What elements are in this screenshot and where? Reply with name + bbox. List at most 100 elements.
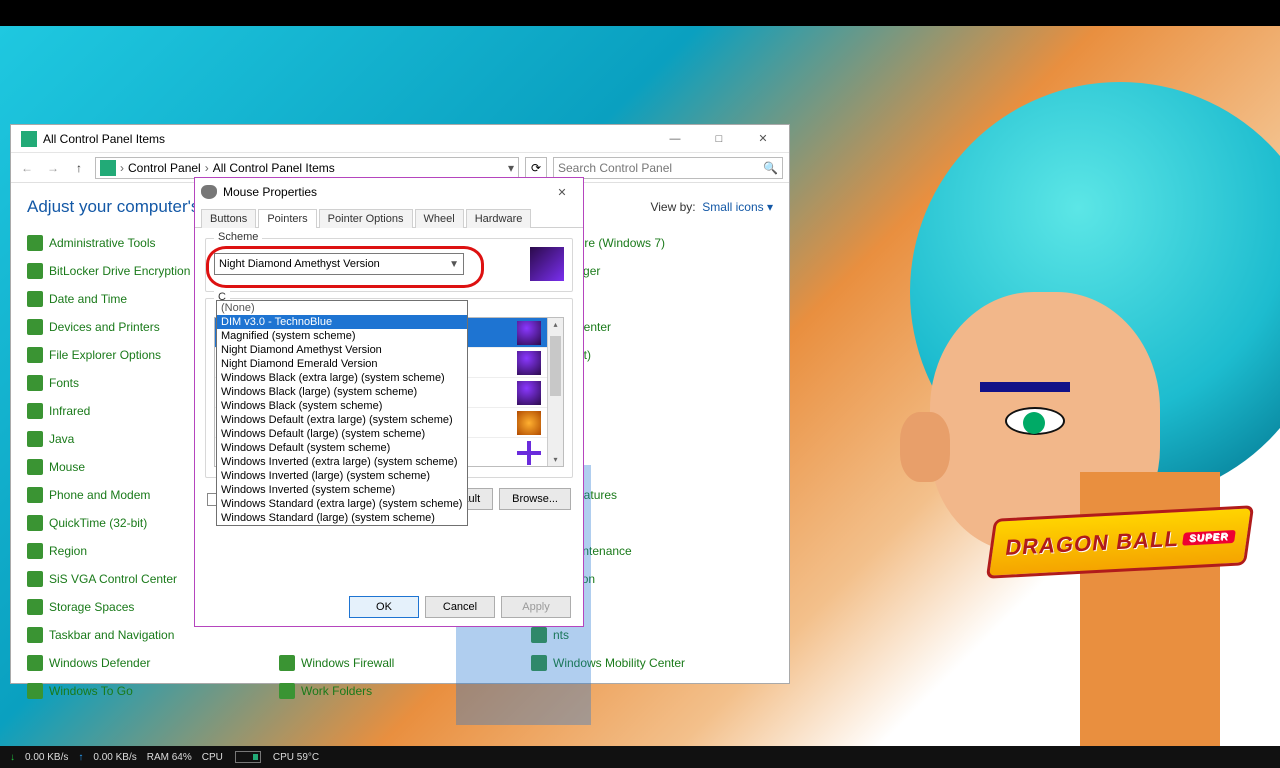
ram-usage: RAM 64% — [147, 752, 192, 763]
cp-item-icon — [27, 235, 43, 251]
dropdown-option[interactable]: (None) — [217, 301, 467, 315]
dropdown-option[interactable]: Night Diamond Emerald Version — [217, 357, 467, 371]
wallpaper-logo-text: DRAGON BALL — [1004, 526, 1181, 561]
breadcrumb-item[interactable]: Control Panel — [128, 161, 201, 175]
tab-hardware[interactable]: Hardware — [466, 209, 532, 228]
cp-item-icon — [27, 431, 43, 447]
forward-button[interactable]: → — [43, 158, 63, 178]
breadcrumb[interactable]: › Control Panel › All Control Panel Item… — [95, 157, 519, 179]
cursor-preview-icon — [517, 321, 541, 345]
dropdown-option[interactable]: Windows Inverted (system scheme) — [217, 483, 467, 497]
cp-item[interactable]: Windows Firewall — [279, 651, 521, 675]
cursor-preview-icon — [517, 441, 541, 465]
cp-item-icon — [27, 543, 43, 559]
dropdown-option[interactable]: Windows Default (extra large) (system sc… — [217, 413, 467, 427]
close-button[interactable]: ✕ — [741, 128, 785, 150]
cp-item-icon — [27, 655, 43, 671]
scheme-group: Scheme Night Diamond Amethyst Version ▼ — [205, 238, 573, 292]
cp-item-label: Phone and Modem — [49, 488, 150, 502]
desktop: DRAGON BALL SUPER All Control Panel Item… — [0, 26, 1280, 746]
tab-buttons[interactable]: Buttons — [201, 209, 256, 228]
cp-item-label: BitLocker Drive Encryption — [49, 264, 190, 278]
cp-item[interactable]: Windows Mobility Center — [531, 651, 773, 675]
tab-pointer-options[interactable]: Pointer Options — [319, 209, 413, 228]
viewby-label: View by: — [650, 200, 695, 214]
dropdown-option[interactable]: Windows Default (system scheme) — [217, 441, 467, 455]
cp-item-label: Taskbar and Navigation — [49, 628, 174, 642]
dialog-close-button[interactable]: ✕ — [547, 181, 577, 203]
cp-item[interactable] — [531, 679, 773, 703]
cp-item-label: QuickTime (32-bit) — [49, 516, 147, 530]
dropdown-option[interactable]: DIM v3.0 - TechnoBlue — [217, 315, 467, 329]
cp-item-label: SiS VGA Control Center — [49, 572, 177, 586]
tab-pointers[interactable]: Pointers — [258, 209, 316, 228]
browse-button[interactable]: Browse... — [499, 488, 571, 510]
window-title: All Control Panel Items — [43, 132, 653, 146]
dialog-titlebar[interactable]: Mouse Properties ✕ — [195, 178, 583, 206]
cp-item-label: Mouse — [49, 460, 85, 474]
dropdown-option[interactable]: Magnified (system scheme) — [217, 329, 467, 343]
cp-item-icon — [27, 347, 43, 363]
download-speed: 0.00 KB/s — [25, 752, 68, 763]
scroll-up-icon[interactable]: ▴ — [548, 320, 563, 329]
refresh-button[interactable]: ⟳ — [525, 157, 547, 179]
dropdown-option[interactable]: Windows Standard (large) (system scheme) — [217, 511, 467, 525]
dropdown-option[interactable]: Windows Black (large) (system scheme) — [217, 385, 467, 399]
cpu-label: CPU — [202, 752, 223, 763]
tab-strip: ButtonsPointersPointer OptionsWheelHardw… — [195, 206, 583, 228]
wallpaper-logo-sub: SUPER — [1182, 529, 1235, 545]
upload-speed: 0.00 KB/s — [93, 752, 136, 763]
cp-item-icon — [27, 515, 43, 531]
cursor-preview-icon — [517, 381, 541, 405]
back-button[interactable]: ← — [17, 158, 37, 178]
dropdown-option[interactable]: Windows Inverted (large) (system scheme) — [217, 469, 467, 483]
ok-button[interactable]: OK — [349, 596, 419, 618]
scheme-legend: Scheme — [214, 231, 262, 243]
cancel-button[interactable]: Cancel — [425, 596, 495, 618]
cpu-temp: CPU 59°C — [273, 752, 319, 763]
cp-item-label: Java — [49, 432, 74, 446]
cp-item-label: Windows To Go — [49, 684, 133, 698]
cp-item[interactable]: Windows Defender — [27, 651, 269, 675]
control-panel-icon — [21, 131, 37, 147]
breadcrumb-item[interactable]: All Control Panel Items — [213, 161, 335, 175]
cp-item-label: Infrared — [49, 404, 90, 418]
scroll-thumb[interactable] — [550, 336, 561, 396]
cp-item-icon — [279, 683, 295, 699]
cp-item-label: Region — [49, 544, 87, 558]
dropdown-option[interactable]: Windows Black (system scheme) — [217, 399, 467, 413]
scheme-combobox[interactable]: Night Diamond Amethyst Version ▼ — [214, 253, 464, 275]
cp-item[interactable]: Windows To Go — [27, 679, 269, 703]
scroll-down-icon[interactable]: ▾ — [548, 455, 563, 464]
scrollbar[interactable]: ▴ ▾ — [547, 318, 563, 466]
cp-item-icon — [27, 375, 43, 391]
cp-item-icon — [531, 627, 547, 643]
cp-item-icon — [27, 599, 43, 615]
breadcrumb-dropdown[interactable]: ▾ — [508, 161, 514, 175]
viewby-dropdown[interactable]: Small icons ▾ — [702, 200, 773, 214]
taskbar[interactable]: ↓ 0.00 KB/s ↑ 0.00 KB/s RAM 64% CPU CPU … — [0, 746, 1280, 768]
up-button[interactable]: ↑ — [69, 158, 89, 178]
apply-button[interactable]: Apply — [501, 596, 571, 618]
dropdown-option[interactable]: Windows Inverted (extra large) (system s… — [217, 455, 467, 469]
window-titlebar[interactable]: All Control Panel Items — □ ✕ — [11, 125, 789, 153]
scheme-value: Night Diamond Amethyst Version — [219, 258, 380, 270]
cp-item-label: File Explorer Options — [49, 348, 161, 362]
dropdown-option[interactable]: Windows Standard (extra large) (system s… — [217, 497, 467, 511]
dropdown-option[interactable]: Windows Black (extra large) (system sche… — [217, 371, 467, 385]
cp-item[interactable]: Work Folders — [279, 679, 521, 703]
cpu-graph-icon — [235, 751, 261, 763]
dropdown-option[interactable]: Windows Default (large) (system scheme) — [217, 427, 467, 441]
minimize-button[interactable]: — — [653, 128, 697, 150]
cp-item-label: Storage Spaces — [49, 600, 134, 614]
maximize-button[interactable]: □ — [697, 128, 741, 150]
cp-item-icon — [27, 319, 43, 335]
scheme-dropdown-list[interactable]: (None)DIM v3.0 - TechnoBlueMagnified (sy… — [216, 300, 468, 526]
dropdown-option[interactable]: Night Diamond Amethyst Version — [217, 343, 467, 357]
cp-item-label: nts — [553, 628, 569, 642]
upload-icon: ↑ — [78, 752, 83, 763]
cp-item-icon — [27, 459, 43, 475]
search-input[interactable]: Search Control Panel 🔍 — [553, 157, 783, 179]
tab-wheel[interactable]: Wheel — [415, 209, 464, 228]
search-placeholder: Search Control Panel — [558, 161, 672, 175]
